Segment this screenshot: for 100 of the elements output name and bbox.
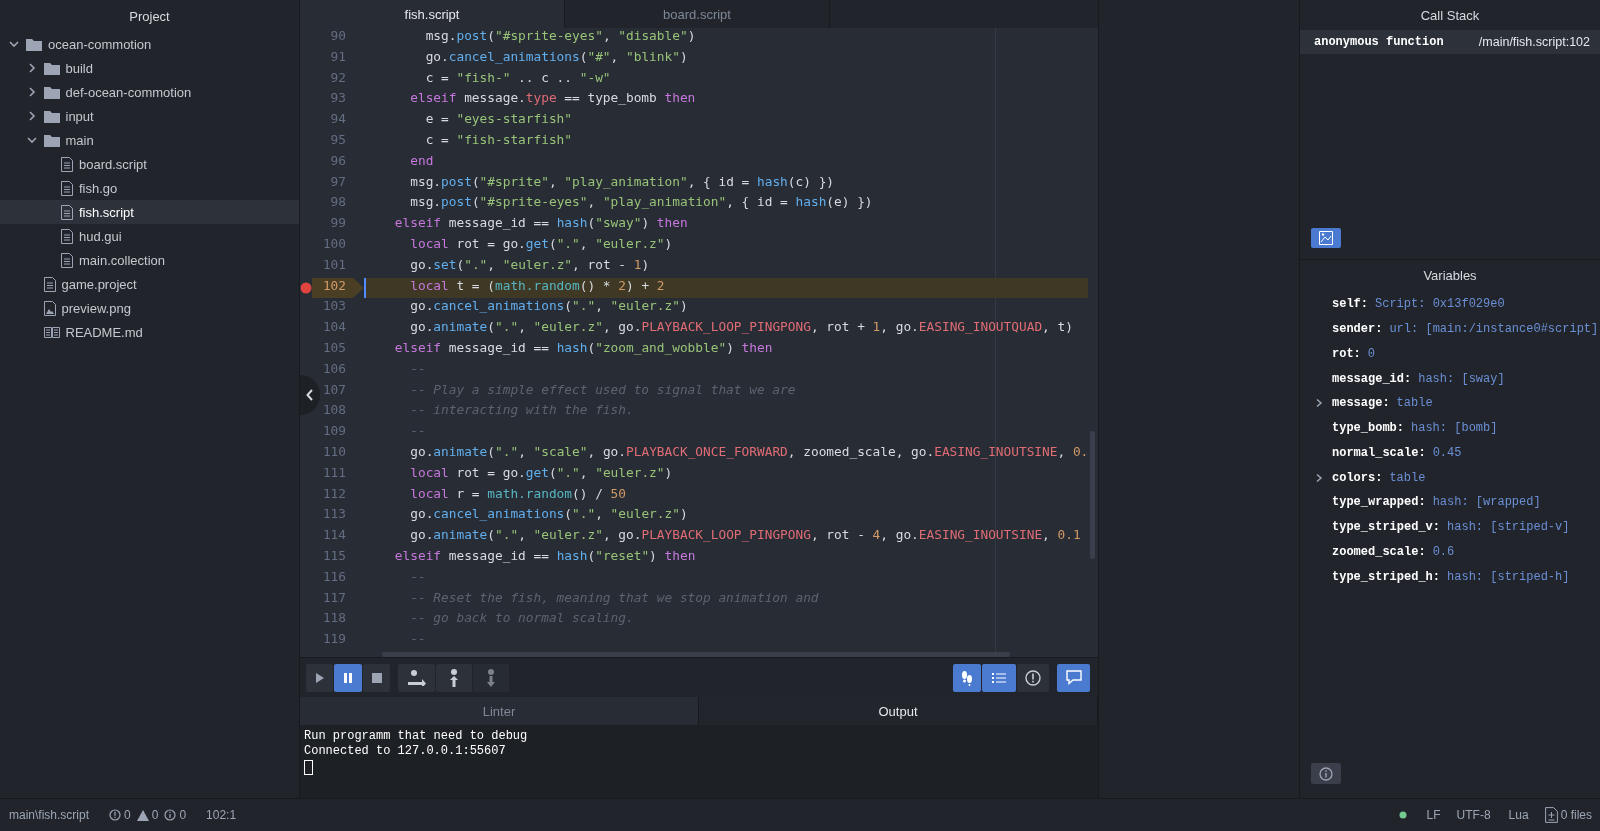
step-over-button[interactable] [398, 663, 435, 692]
tree-item[interactable]: input [0, 104, 299, 128]
variable-name: colors: [1332, 470, 1383, 485]
line-number: 96 [329, 152, 347, 170]
variable-name: message: [1332, 396, 1390, 411]
line-number: 119 [321, 631, 347, 649]
exclamation-circle-icon [1025, 669, 1041, 686]
variable-name: rot: [1332, 346, 1361, 361]
line-number: 94 [329, 111, 347, 129]
file-path[interactable]: main\fish.script [9, 808, 90, 822]
code-line: elseif message_id == hash("reset") then [393, 547, 697, 565]
line-number: 104 [321, 319, 347, 337]
error-circle-icon [109, 809, 122, 821]
pause-icon [343, 671, 353, 684]
code-line: go.animate(".", "euler.z", go.PLAYBACK_LOOP_PINGPONG, rot - 4, go.EASING_INOUTSINE, 0.1 [409, 527, 1082, 545]
speech-bubble-icon [1065, 670, 1082, 685]
frame-location: /main/fish.script:102 [1478, 35, 1590, 49]
footsteps-button[interactable] [953, 663, 981, 692]
code-line: local rot = go.get(".", "euler.z") [409, 464, 674, 482]
line-number: 118 [321, 610, 347, 628]
tree-item[interactable]: game.project [0, 272, 299, 296]
stop-icon [371, 672, 382, 683]
code-line: local rot = go.get(".", "euler.z") [409, 235, 674, 253]
cursor-position[interactable]: 102:1 [206, 808, 237, 822]
code-line: end [409, 152, 435, 170]
info-icon [1319, 766, 1333, 781]
line-number: 98 [329, 194, 347, 212]
document-icon [43, 276, 56, 292]
step-out-button[interactable] [436, 663, 472, 692]
variable-name: sender: [1332, 321, 1383, 336]
collapse-button[interactable] [300, 375, 320, 415]
panel-tab[interactable]: Linter [300, 697, 699, 725]
variable-value: hash: [wrapped] [1432, 495, 1541, 510]
code-line: -- [409, 360, 427, 378]
variable-value: url: [main:/instance0#script] [1389, 321, 1599, 336]
code-line: go.cancel_animations(".", "euler.z") [409, 506, 689, 524]
line-number: 105 [321, 339, 347, 357]
line-number: 101 [321, 256, 347, 274]
line-number: 110 [321, 443, 347, 461]
warning-count[interactable]: 0 [151, 808, 159, 822]
code-line: elseif message.type == type_bomb then [409, 90, 697, 108]
variable-value: 0.45 [1432, 445, 1462, 460]
info-button[interactable] [1311, 763, 1341, 784]
line-number: 92 [329, 69, 347, 87]
file-count[interactable]: 0 files [1560, 808, 1592, 822]
language-mode[interactable]: Lua [1508, 808, 1529, 822]
variable-value: hash: [striped-h] [1447, 569, 1570, 584]
code-line: -- Play a simple effect used to signal that we are [409, 381, 797, 399]
tree-item[interactable]: ocean-commotion [0, 32, 299, 56]
code-line: go.cancel_animations(".", "euler.z") [409, 298, 689, 316]
code-line: elseif message_id == hash("zoom_and_wobble") then [393, 339, 774, 357]
editor-tab[interactable]: fish.script [300, 0, 565, 28]
panel-tab[interactable]: Output [699, 697, 1098, 725]
call-stack-row[interactable]: anonymous function /main/fish.script:102 [1300, 30, 1600, 54]
list-button[interactable] [982, 663, 1016, 692]
play-button[interactable] [306, 663, 333, 692]
tree-item[interactable]: hud.gui [0, 224, 299, 248]
tree-item[interactable]: fish.script [0, 200, 299, 224]
line-ending[interactable]: LF [1426, 808, 1441, 822]
line-number: 108 [321, 402, 347, 420]
book-icon [43, 325, 60, 339]
line-number: 111 [321, 464, 347, 482]
variable-value: hash: [striped-v] [1447, 520, 1570, 535]
line-number: 91 [329, 48, 347, 66]
tree-item[interactable]: board.script [0, 152, 299, 176]
line-number: 106 [321, 360, 347, 378]
horizontal-scrollbar[interactable] [382, 652, 1010, 657]
variable-value: table [1389, 470, 1426, 485]
output-line: Connected to 127.0.0.1:55607 [304, 744, 506, 759]
variable-value: 0 [1367, 346, 1375, 361]
chat-button[interactable] [1057, 663, 1090, 692]
variable-value: hash: [sway] [1418, 371, 1505, 386]
document-icon [61, 180, 73, 196]
status-dot-icon [1398, 811, 1407, 819]
tree-item[interactable]: main [0, 128, 299, 152]
picture-button[interactable] [1311, 227, 1341, 248]
tree-item[interactable]: README.md [0, 320, 299, 344]
pause-button[interactable] [334, 663, 362, 692]
line-number: 107 [321, 381, 347, 399]
alert-button[interactable] [1017, 663, 1049, 692]
variable-name: normal_scale: [1332, 445, 1426, 460]
tree-item[interactable]: fish.go [0, 176, 299, 200]
image-file-icon [43, 300, 56, 316]
code-line: -- [409, 631, 427, 649]
error-count[interactable]: 0 [124, 808, 131, 822]
line-number: 99 [329, 215, 347, 233]
info-count[interactable]: 0 [179, 808, 187, 822]
folder-icon [43, 133, 60, 147]
tree-item[interactable]: main.collection [0, 248, 299, 272]
stop-button[interactable] [363, 663, 390, 692]
line-number: 90 [329, 28, 347, 45]
tree-item[interactable]: build [0, 56, 299, 80]
line-number: 93 [329, 90, 347, 108]
code-line: go.set(".", "euler.z", rot - 1) [409, 256, 651, 274]
code-line: local r = math.random() / 50 [409, 485, 627, 503]
file-encoding[interactable]: UTF-8 [1456, 808, 1491, 822]
code-line: msg.post("#sprite", "play_animation", { id = hash(c) }) [409, 173, 836, 191]
tree-item[interactable]: preview.png [0, 296, 299, 320]
code-line: -- go back to normal scaling. [409, 610, 635, 628]
tree-item[interactable]: def-ocean-commotion [0, 80, 299, 104]
